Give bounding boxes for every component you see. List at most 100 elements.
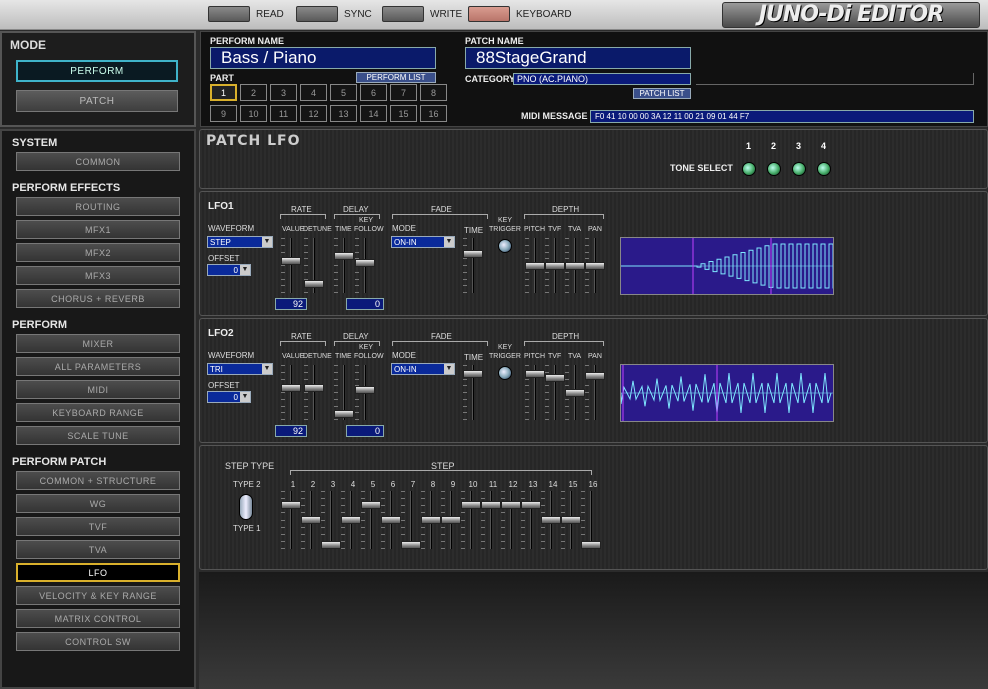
step-8-slider[interactable] [421, 491, 441, 549]
part-button-10[interactable]: 10 [240, 105, 267, 122]
lfo2-key-follow-slider-handle[interactable] [355, 386, 375, 394]
lfo1-tvf-depth-slider-handle[interactable] [545, 262, 565, 270]
lfo2-pitch-depth-slider[interactable] [525, 365, 545, 420]
lfo2-pan-depth-slider-handle[interactable] [585, 372, 605, 380]
lfo1-tva-depth-slider-handle[interactable] [565, 262, 585, 270]
lfo1-fade-time-slider[interactable] [463, 238, 483, 293]
read-button[interactable]: READ [208, 5, 284, 23]
step-10-slider[interactable] [461, 491, 481, 549]
step-15-slider[interactable] [561, 491, 581, 549]
sidebar-item-mfx1[interactable]: MFX1 [16, 220, 180, 239]
part-button-15[interactable]: 15 [390, 105, 417, 122]
part-button-14[interactable]: 14 [360, 105, 387, 122]
sidebar-item-mfx3[interactable]: MFX3 [16, 266, 180, 285]
step-9-slider-handle[interactable] [441, 516, 461, 524]
lfo2-offset-select[interactable]: 0 ▼ [207, 391, 251, 403]
write-button[interactable]: WRITE [382, 5, 462, 23]
lfo1-fade-time-slider-handle[interactable] [463, 250, 483, 258]
lfo2-mode-select[interactable]: ON-IN ▼ [391, 363, 455, 375]
sidebar-item-matrix-control[interactable]: MATRIX CONTROL [16, 609, 180, 628]
step-3-slider-handle[interactable] [321, 541, 341, 549]
lfo2-rate-detune-slider-handle[interactable] [304, 384, 324, 392]
step-7-slider-handle[interactable] [401, 541, 421, 549]
lfo2-tvf-depth-slider-handle[interactable] [545, 374, 565, 382]
lfo2-fade-time-slider-handle[interactable] [463, 370, 483, 378]
lfo1-mode-select[interactable]: ON-IN ▼ [391, 236, 455, 248]
step-14-slider-handle[interactable] [541, 516, 561, 524]
step-9-slider[interactable] [441, 491, 461, 549]
sidebar-item-tva[interactable]: TVA [16, 540, 180, 559]
step-4-slider-handle[interactable] [341, 516, 361, 524]
category-field[interactable]: PNO (AC.PIANO) [513, 73, 691, 85]
lfo2-key-follow-slider[interactable] [355, 365, 375, 420]
perform-name-field[interactable]: Bass / Piano [210, 47, 436, 69]
part-button-16[interactable]: 16 [420, 105, 447, 122]
step-8-slider-handle[interactable] [421, 516, 441, 524]
step-15-slider-handle[interactable] [561, 516, 581, 524]
sidebar-item-mixer[interactable]: MIXER [16, 334, 180, 353]
lfo1-tva-depth-slider[interactable] [565, 238, 585, 293]
step-5-slider[interactable] [361, 491, 381, 549]
lfo2-pan-depth-slider[interactable] [585, 365, 605, 420]
lfo2-fade-time-slider[interactable] [463, 365, 483, 420]
step-2-slider[interactable] [301, 491, 321, 549]
part-button-13[interactable]: 13 [330, 105, 357, 122]
lfo2-rate-detune-slider[interactable] [304, 365, 324, 420]
step-13-slider[interactable] [521, 491, 541, 549]
lfo2-pitch-depth-slider-handle[interactable] [525, 370, 545, 378]
keyboard-button[interactable]: KEYBOARD [468, 5, 572, 23]
perform-mode-button[interactable]: PERFORM [16, 60, 178, 82]
sidebar-item-chorus-reverb[interactable]: CHORUS + REVERB [16, 289, 180, 308]
step-11-slider-handle[interactable] [481, 501, 501, 509]
lfo2-delay-time-slider-handle[interactable] [334, 410, 354, 418]
step-1-slider-handle[interactable] [281, 501, 301, 509]
lfo1-delay-time-slider[interactable] [334, 238, 354, 293]
step-6-slider[interactable] [381, 491, 401, 549]
step-4-slider[interactable] [341, 491, 361, 549]
tone-1-select-button[interactable] [742, 162, 756, 176]
lfo2-tva-depth-slider-handle[interactable] [565, 389, 585, 397]
sidebar-item-control-sw[interactable]: CONTROL SW [16, 632, 180, 651]
part-button-8[interactable]: 8 [420, 84, 447, 101]
sidebar-item-midi[interactable]: MIDI [16, 380, 180, 399]
part-button-2[interactable]: 2 [240, 84, 267, 101]
lfo1-delay-time-slider-handle[interactable] [334, 252, 354, 260]
lfo1-waveform-select[interactable]: STEP ▼ [207, 236, 273, 248]
sidebar-item-routing[interactable]: ROUTING [16, 197, 180, 216]
lfo2-tvf-depth-slider[interactable] [545, 365, 565, 420]
lfo1-tvf-depth-slider[interactable] [545, 238, 565, 293]
tone-3-select-button[interactable] [792, 162, 806, 176]
part-button-6[interactable]: 6 [360, 84, 387, 101]
lfo1-pitch-depth-slider[interactable] [525, 238, 545, 293]
lfo1-rate-value-slider-handle[interactable] [281, 257, 301, 265]
patch-name-field[interactable]: 88StageGrand [465, 47, 691, 69]
lfo1-rate-value-slider[interactable] [281, 238, 301, 293]
part-button-3[interactable]: 3 [270, 84, 297, 101]
part-button-4[interactable]: 4 [300, 84, 327, 101]
lfo1-pitch-depth-slider-handle[interactable] [525, 262, 545, 270]
lfo1-key-follow-slider[interactable] [355, 238, 375, 293]
step-14-slider[interactable] [541, 491, 561, 549]
lfo1-rate-detune-slider[interactable] [304, 238, 324, 293]
step-16-slider[interactable] [581, 491, 601, 549]
tone-2-select-button[interactable] [767, 162, 781, 176]
lfo1-key-follow-slider-handle[interactable] [355, 259, 375, 267]
step-type-toggle[interactable] [239, 494, 253, 520]
sidebar-item-wg[interactable]: WG [16, 494, 180, 513]
sidebar-item-common[interactable]: COMMON [16, 152, 180, 171]
lfo2-rate-value-slider[interactable] [281, 365, 301, 420]
lfo2-rate-value-slider-handle[interactable] [281, 384, 301, 392]
step-7-slider[interactable] [401, 491, 421, 549]
sidebar-item-common-structure[interactable]: COMMON + STRUCTURE [16, 471, 180, 490]
lfo1-pan-depth-slider-handle[interactable] [585, 262, 605, 270]
lfo2-key-trigger-toggle[interactable] [498, 366, 512, 380]
lfo1-rate-detune-slider-handle[interactable] [304, 280, 324, 288]
sidebar-item-lfo[interactable]: LFO [16, 563, 180, 582]
part-button-5[interactable]: 5 [330, 84, 357, 101]
step-3-slider[interactable] [321, 491, 341, 549]
sidebar-item-tvf[interactable]: TVF [16, 517, 180, 536]
sidebar-item-scale-tune[interactable]: SCALE TUNE [16, 426, 180, 445]
lfo2-delay-time-slider[interactable] [334, 365, 354, 420]
step-10-slider-handle[interactable] [461, 501, 481, 509]
step-6-slider-handle[interactable] [381, 516, 401, 524]
